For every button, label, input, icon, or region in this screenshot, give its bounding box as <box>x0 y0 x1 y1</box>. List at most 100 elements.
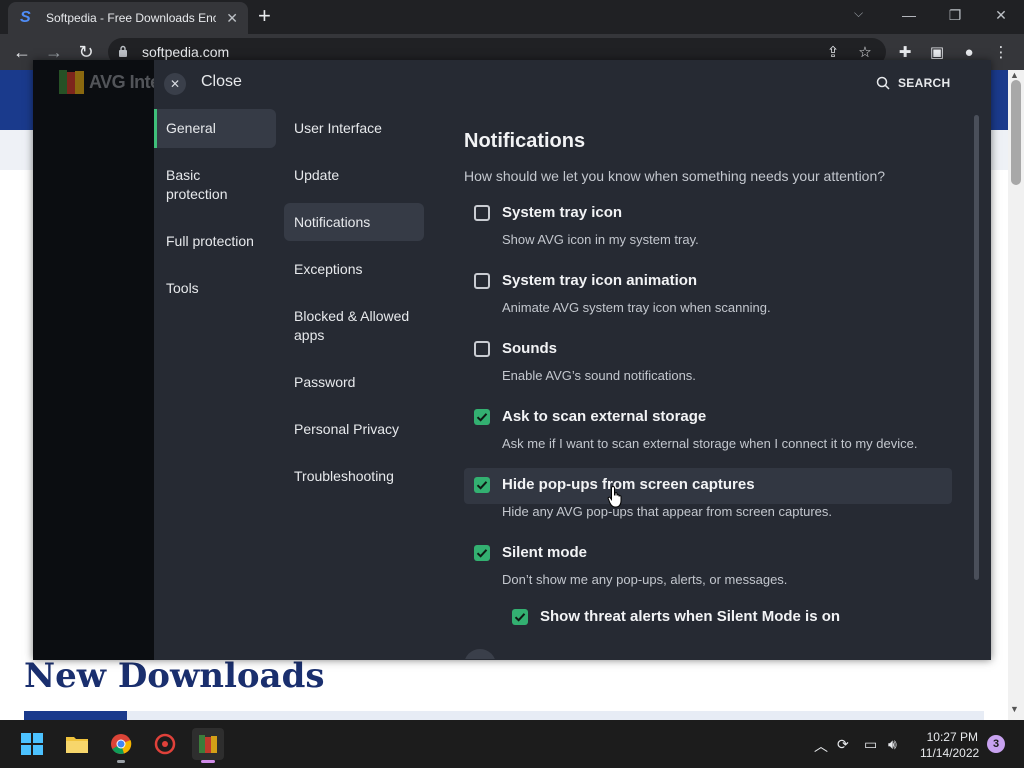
page-heading: New Downloads <box>24 656 325 696</box>
option-description: Ask me if I want to scan external storag… <box>502 436 918 451</box>
search-label: SEARCH <box>898 76 951 90</box>
page-scroll-thumb[interactable] <box>1011 80 1021 185</box>
start-button[interactable] <box>16 728 48 760</box>
category-label: Full protection <box>166 233 254 249</box>
content-title: Notifications <box>464 130 586 152</box>
scan-external-storage-checkbox[interactable] <box>474 409 490 425</box>
running-indicator <box>117 760 125 763</box>
category-full-protection[interactable]: Full protection <box>154 232 276 252</box>
sounds-checkbox[interactable] <box>474 341 490 357</box>
content-scrollbar[interactable] <box>974 115 979 580</box>
option-label: Ask to scan external storage <box>502 408 707 425</box>
downloads-strip-tab <box>24 711 127 720</box>
option-label: System tray icon animation <box>502 272 698 289</box>
category-basic-protection[interactable]: Basic protection <box>154 166 276 206</box>
chrome-icon <box>111 734 132 754</box>
lock-icon <box>119 45 127 57</box>
shield-gear-icon <box>154 733 176 755</box>
file-explorer-button[interactable] <box>61 728 93 760</box>
system-tray-animation-checkbox[interactable] <box>474 273 490 289</box>
tray-sync-icon[interactable]: ⟳ <box>837 736 849 753</box>
subcategory-exceptions[interactable]: Exceptions <box>284 260 424 279</box>
folder-icon <box>66 737 88 753</box>
category-label: Basic protection <box>166 167 228 202</box>
window-close-icon[interactable]: ✕ <box>978 0 1024 30</box>
back-arrow-icon[interactable]: ← <box>10 40 34 64</box>
checkmark-icon <box>476 413 488 422</box>
notification-badge[interactable]: 3 <box>987 735 1005 753</box>
option-description: Hide any AVG pop-ups that appear from sc… <box>502 504 832 519</box>
avg-dim-overlay <box>33 60 154 660</box>
tab-title: Softpedia - Free Downloads Ency <box>46 11 216 25</box>
downloads-strip <box>24 711 984 720</box>
close-label[interactable]: Close <box>201 73 242 91</box>
option-label: System tray icon <box>502 204 623 221</box>
subcategory-label: Blocked & Allowed apps <box>294 308 410 343</box>
subcategory-update[interactable]: Update <box>284 166 424 185</box>
new-tab-plus-icon[interactable]: + <box>258 5 271 27</box>
subcategory-label: Personal Privacy <box>294 421 400 437</box>
threat-alerts-silent-checkbox[interactable] <box>512 609 528 625</box>
option-description: Show AVG icon in my system tray. <box>502 232 699 247</box>
category-general[interactable]: General <box>154 109 276 148</box>
search-icon <box>876 76 890 90</box>
option-description: Animate AVG system tray icon when scanni… <box>502 300 771 315</box>
option-description: Don’t show me any pop-ups, alerts, or me… <box>502 572 788 587</box>
close-icon[interactable]: ✕ <box>226 10 238 27</box>
browser-tab-bar: S Softpedia - Free Downloads Ency ✕ + ⌵ … <box>0 0 1024 34</box>
windows-taskbar: ︿ ⟳ ▭ 🔊︎ 10:27 PM 11/14/2022 3 <box>0 720 1024 768</box>
content-subtitle: How should we let you know when somethin… <box>464 168 886 184</box>
subcategory-label: Notifications <box>294 214 371 230</box>
subcategory-label: Update <box>294 167 340 183</box>
category-tools[interactable]: Tools <box>154 279 276 299</box>
url-text: softpedia.com <box>142 44 230 60</box>
subcategory-label: Troubleshooting <box>294 468 394 484</box>
close-settings-button[interactable]: ✕ <box>164 73 186 95</box>
subcategory-blocked-allowed-apps[interactable]: Blocked & Allowed apps <box>284 307 424 345</box>
checkmark-icon <box>514 613 526 622</box>
system-tray-icon-checkbox[interactable] <box>474 205 490 221</box>
active-indicator <box>201 760 215 763</box>
subcategory-personal-privacy[interactable]: Personal Privacy <box>284 420 424 439</box>
subcategory-password[interactable]: Password <box>284 373 424 392</box>
tray-network-icon[interactable]: ▭ <box>864 736 877 753</box>
category-label: General <box>166 120 216 136</box>
avg-window: AVG Inte ✕ Close SEARCH General Basic pr… <box>33 60 991 660</box>
settings-search-button[interactable]: SEARCH <box>876 73 950 93</box>
scroll-down-icon[interactable]: ▼ <box>1010 704 1019 714</box>
category-label: Tools <box>166 280 199 296</box>
chrome-taskbar-button[interactable] <box>105 728 137 763</box>
subcategory-notifications[interactable]: Notifications <box>284 203 424 241</box>
subcategory-label: User Interface <box>294 120 382 136</box>
browser-tab[interactable]: S Softpedia - Free Downloads Ency ✕ <box>8 2 248 34</box>
subcategory-user-interface[interactable]: User Interface <box>284 119 424 138</box>
option-label: Sounds <box>502 340 557 357</box>
option-description: Enable AVG’s sound notifications. <box>502 368 696 383</box>
subcategory-label: Password <box>294 374 356 390</box>
minimize-icon[interactable]: — <box>886 0 932 30</box>
clock-date: 11/14/2022 <box>920 746 980 760</box>
tray-volume-icon[interactable]: 🔊︎ <box>888 736 897 753</box>
next-item-partial <box>464 649 496 659</box>
settings-panel: ✕ Close SEARCH General Basic protection … <box>154 60 991 660</box>
option-label: Silent mode <box>502 544 588 561</box>
security-app-taskbar-button[interactable] <box>149 728 181 760</box>
hand-cursor-icon <box>607 485 622 508</box>
checkmark-icon <box>476 481 488 490</box>
suboption-label: Show threat alerts when Silent Mode is o… <box>540 608 841 625</box>
softpedia-favicon-icon: S <box>20 9 31 26</box>
avg-app-icon <box>199 735 217 753</box>
tray-chevron-up-icon[interactable]: ︿ <box>814 736 828 756</box>
restore-icon[interactable]: ❐ <box>932 0 978 30</box>
close-icon: ✕ <box>169 77 181 91</box>
tab-search-chevron-icon[interactable]: ⌵ <box>854 6 863 21</box>
taskbar-clock[interactable]: 10:27 PM 11/14/2022 <box>920 729 980 761</box>
clock-time: 10:27 PM <box>926 730 978 744</box>
menu-kebab-icon[interactable]: ⋮ <box>990 41 1012 63</box>
hide-popups-checkbox[interactable] <box>474 477 490 493</box>
silent-mode-checkbox[interactable] <box>474 545 490 561</box>
scroll-up-icon[interactable]: ▲ <box>1010 70 1019 80</box>
subcategory-troubleshooting[interactable]: Troubleshooting <box>284 467 424 486</box>
avg-taskbar-button[interactable] <box>192 728 224 763</box>
option-label: Hide pop-ups from screen captures <box>502 476 755 493</box>
